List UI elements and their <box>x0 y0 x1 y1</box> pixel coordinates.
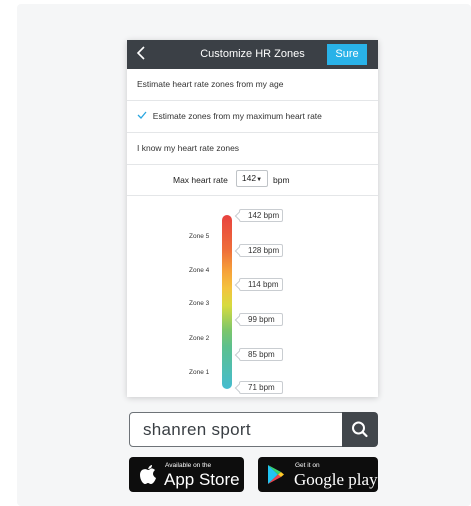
apple-logo-icon <box>140 465 156 484</box>
search-icon <box>352 421 368 438</box>
threshold-tag[interactable]: 71 bpm <box>239 381 283 394</box>
checkmark-icon <box>137 111 150 122</box>
max-hr-select[interactable]: 142▼ <box>236 170 268 187</box>
option-label: Estimate zones from my maximum heart rat… <box>152 111 322 121</box>
app-store-title: App Store <box>164 470 240 489</box>
google-play-title: Google play <box>294 470 378 489</box>
option-label: I know my heart rate zones <box>137 143 240 153</box>
app-store-badge[interactable]: Available on the App Store <box>129 457 244 492</box>
option-estimate-from-max-hr[interactable]: Estimate zones from my maximum heart rat… <box>127 101 378 133</box>
search-input[interactable]: shanren sport <box>129 412 343 447</box>
app-store-caption: Available on the <box>165 462 212 469</box>
threshold-tag[interactable]: 128 bpm <box>239 244 283 257</box>
search-bar: shanren sport <box>129 412 378 447</box>
threshold-tag[interactable]: 99 bpm <box>239 313 283 326</box>
caret-down-icon: ▼ <box>256 177 263 183</box>
max-heart-rate-row: Max heart rate 142▼ bpm <box>127 165 378 196</box>
max-hr-label: Max heart rate <box>173 175 228 185</box>
threshold-tag[interactable]: 85 bpm <box>239 348 283 361</box>
hr-zone-chart: Zone 5 Zone 4 Zone 3 Zone 2 Zone 1 142 b… <box>127 197 378 397</box>
option-known-zones[interactable]: I know my heart rate zones <box>127 133 378 165</box>
threshold-tag[interactable]: 114 bpm <box>239 278 283 291</box>
page-title: Customize HR Zones <box>200 48 305 60</box>
zone-label-4: Zone 4 <box>189 267 210 274</box>
phone-screenshot: Customize HR Zones Sure Estimate heart r… <box>127 40 378 397</box>
google-play-caption: Get it on <box>295 462 320 469</box>
google-play-badge[interactable]: Get it on Google play <box>258 457 378 492</box>
zone-label-1: Zone 1 <box>189 369 210 376</box>
chevron-left-icon[interactable] <box>136 45 146 66</box>
sure-button[interactable]: Sure <box>327 44 367 65</box>
zone-label-2: Zone 2 <box>189 335 210 342</box>
zone-color-bar <box>222 215 232 389</box>
option-estimate-from-age[interactable]: Estimate heart rate zones from my age <box>127 69 378 101</box>
max-hr-unit: bpm <box>273 175 290 185</box>
zone-label-3: Zone 3 <box>189 300 210 307</box>
max-hr-value: 142 <box>241 173 257 183</box>
search-button[interactable] <box>342 412 378 447</box>
zone-label-5: Zone 5 <box>189 233 210 240</box>
option-label: Estimate heart rate zones from my age <box>137 79 284 89</box>
top-bar: Customize HR Zones Sure <box>127 40 378 69</box>
threshold-tag[interactable]: 142 bpm <box>239 209 283 222</box>
google-play-icon <box>268 465 284 484</box>
